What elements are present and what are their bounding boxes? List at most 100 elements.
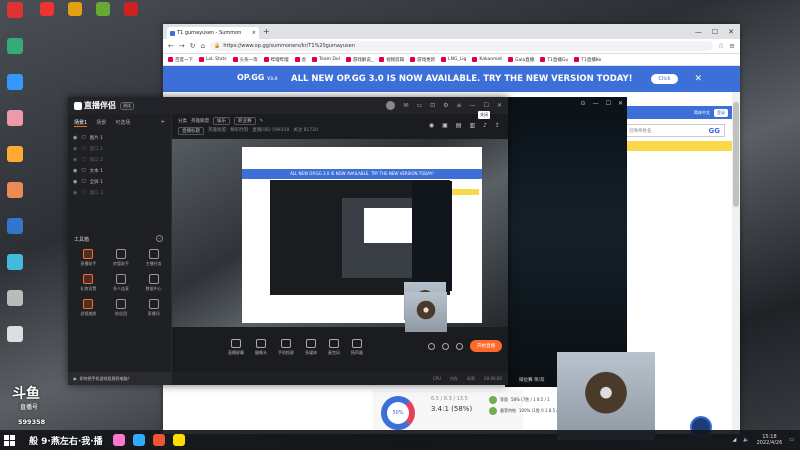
- toolbar-button[interactable]: 麦克风: [328, 338, 340, 356]
- mic-settings-icon[interactable]: [428, 342, 435, 350]
- source-lock-icon[interactable]: ▢: [81, 157, 85, 162]
- summoner-search-input[interactable]: 召唤师姓名 GG: [625, 124, 725, 137]
- app-icon[interactable]: [124, 2, 138, 16]
- scene-tab[interactable]: 场景1: [74, 119, 88, 127]
- taskbar-app-icon[interactable]: [112, 434, 125, 446]
- reload-icon[interactable]: ↻: [190, 42, 196, 50]
- message-icon[interactable]: ✉: [403, 102, 408, 109]
- desktop-icon[interactable]: [2, 326, 28, 356]
- star-icon[interactable]: ☆: [718, 42, 724, 50]
- settings-icon[interactable]: ⚙: [443, 102, 448, 109]
- tool-button[interactable]: 直播助手: [72, 249, 105, 267]
- viewer-close-icon[interactable]: ✕: [618, 100, 623, 107]
- visibility-eye-icon[interactable]: ◉: [73, 157, 77, 163]
- browser-minimize-icon[interactable]: —: [695, 28, 702, 36]
- app-icon[interactable]: [40, 2, 54, 16]
- champion-row[interactable]: 菲奥 58% (7胜 / 1 8.5 / 1: [489, 394, 562, 405]
- bookmark-item[interactable]: 哔哩哔哩: [263, 57, 289, 63]
- app-footer-hint[interactable]: ◉ 如何把手机游戏投屏到电脑？: [68, 372, 172, 385]
- banner-close-icon[interactable]: ✕: [694, 74, 702, 84]
- edit-icon[interactable]: ✎: [260, 119, 264, 124]
- back-icon[interactable]: ←: [168, 42, 174, 50]
- page-scrollbar[interactable]: [732, 92, 740, 434]
- bookmark-item[interactable]: LoL Stats: [199, 57, 227, 62]
- champion-row[interactable]: 墨菲特帕 100% (1胜 0 1 8.5 / 1: [489, 405, 562, 416]
- taskbar-app-icon[interactable]: [172, 434, 185, 446]
- tool-button[interactable]: 数据中心: [137, 274, 170, 292]
- bookmark-item[interactable]: Team Dol: [312, 57, 340, 62]
- app-minimize-icon[interactable]: —: [470, 102, 476, 109]
- source-lock-icon[interactable]: ▢: [81, 168, 85, 173]
- toolbar-button[interactable]: 直播屏幕: [228, 338, 244, 356]
- taskbar-app-icon[interactable]: [152, 434, 165, 446]
- bell-icon[interactable]: ♪: [483, 122, 487, 129]
- viewer-maximize-icon[interactable]: ☐: [606, 100, 611, 107]
- scene-tab[interactable]: 可选场: [115, 119, 130, 127]
- bookmark-item[interactable]: 视频剪辑: [379, 57, 404, 63]
- bookmark-item[interactable]: 游戏解说_: [345, 57, 373, 63]
- bookmark-item[interactable]: LNG_Lig: [441, 57, 466, 62]
- browser-maximize-icon[interactable]: ☐: [712, 28, 718, 36]
- tag-pill-1[interactable]: 娱乐: [213, 117, 230, 125]
- source-item[interactable]: ◉ ▢ 全屏 1: [68, 176, 171, 187]
- app-icon[interactable]: [96, 2, 110, 16]
- tool-button[interactable]: 主播任务: [137, 249, 170, 267]
- bookmark-item[interactable]: T1直播Gu: [540, 57, 568, 63]
- source-lock-icon[interactable]: ▢: [81, 135, 85, 140]
- toolbar-button[interactable]: 摄像头: [255, 338, 267, 356]
- browser-close-icon[interactable]: ✕: [728, 28, 734, 36]
- desktop-icon[interactable]: [2, 2, 28, 32]
- source-item[interactable]: ◉ ▢ 图片 1: [68, 132, 171, 143]
- tool-button[interactable]: 多人连麦: [105, 274, 138, 292]
- source-item[interactable]: ◉ ▢ 窗口 2: [68, 154, 171, 165]
- language-select[interactable]: 简体中文: [694, 110, 710, 116]
- tool-button[interactable]: 直播间: [137, 299, 170, 317]
- visibility-eye-icon[interactable]: ◉: [73, 146, 77, 152]
- tool-button[interactable]: 粉丝团: [105, 299, 138, 317]
- visibility-eye-icon[interactable]: ◉: [73, 168, 77, 174]
- source-item[interactable]: ◉ ▢ 窗口 3: [68, 187, 171, 198]
- app-icon[interactable]: [68, 2, 82, 16]
- toolbar-button[interactable]: 手机投屏: [278, 338, 294, 356]
- share-icon[interactable]: ⇪: [495, 122, 500, 129]
- source-lock-icon[interactable]: ▢: [81, 190, 85, 195]
- app-close-icon[interactable]: ✕: [497, 102, 502, 109]
- desktop-icon[interactable]: [2, 218, 28, 248]
- bookmark-item[interactable]: 游戏更新: [410, 57, 435, 63]
- notification-icon[interactable]: ▭: [789, 437, 794, 443]
- desktop-icon[interactable]: [2, 290, 28, 320]
- user-avatar[interactable]: [386, 101, 396, 110]
- menu-icon[interactable]: ≡: [729, 42, 735, 50]
- visibility-eye-icon[interactable]: ◉: [73, 179, 77, 185]
- gift-icon[interactable]: ⊡: [430, 102, 435, 109]
- scrollbar-thumb[interactable]: [733, 102, 739, 207]
- clip-icon[interactable]: ▤: [456, 122, 462, 129]
- record-icon[interactable]: ◉: [429, 122, 434, 129]
- login-button[interactable]: 登录: [714, 108, 728, 117]
- source-item[interactable]: ◉ ▢ 文本 1: [68, 165, 171, 176]
- desktop-icon[interactable]: [2, 254, 28, 284]
- network-icon[interactable]: ◢: [733, 437, 737, 443]
- stream-preview[interactable]: ALL NEW OP.GG 3.0 IS NOW AVAILABLE. TRY …: [172, 139, 508, 327]
- menu-icon[interactable]: ≡: [457, 102, 462, 109]
- gg-search-icon[interactable]: GG: [709, 127, 721, 135]
- visibility-eye-icon[interactable]: ◉: [73, 190, 77, 196]
- desktop-icon[interactable]: [2, 110, 28, 140]
- viewer-minimize-icon[interactable]: —: [593, 100, 599, 107]
- url-bar[interactable]: 🔒 https://www.op.gg/summoners/kr/T1%20gu…: [210, 41, 713, 51]
- visibility-eye-icon[interactable]: ◉: [73, 135, 77, 141]
- source-lock-icon[interactable]: ▢: [81, 146, 85, 151]
- banner-click-button[interactable]: Click: [650, 74, 679, 84]
- tool-button[interactable]: 礼物设置: [72, 274, 105, 292]
- bookmark-item[interactable]: T1直播Ke: [574, 57, 601, 63]
- tool-button[interactable]: 滤镜美颜: [72, 299, 105, 317]
- desktop-icon[interactable]: [2, 182, 28, 212]
- start-live-button[interactable]: 开始直播: [470, 340, 502, 352]
- new-tab-button[interactable]: +: [263, 27, 270, 36]
- screen-icon[interactable]: ▭: [416, 102, 422, 109]
- tag-pill-2[interactable]: 职业赛: [234, 117, 256, 125]
- toolbox-collapse-icon[interactable]: −: [156, 235, 163, 242]
- clock[interactable]: 15:18 2022/4/26: [757, 434, 783, 446]
- scene-tab[interactable]: 场景: [96, 119, 106, 127]
- add-scene-icon[interactable]: +: [161, 119, 165, 127]
